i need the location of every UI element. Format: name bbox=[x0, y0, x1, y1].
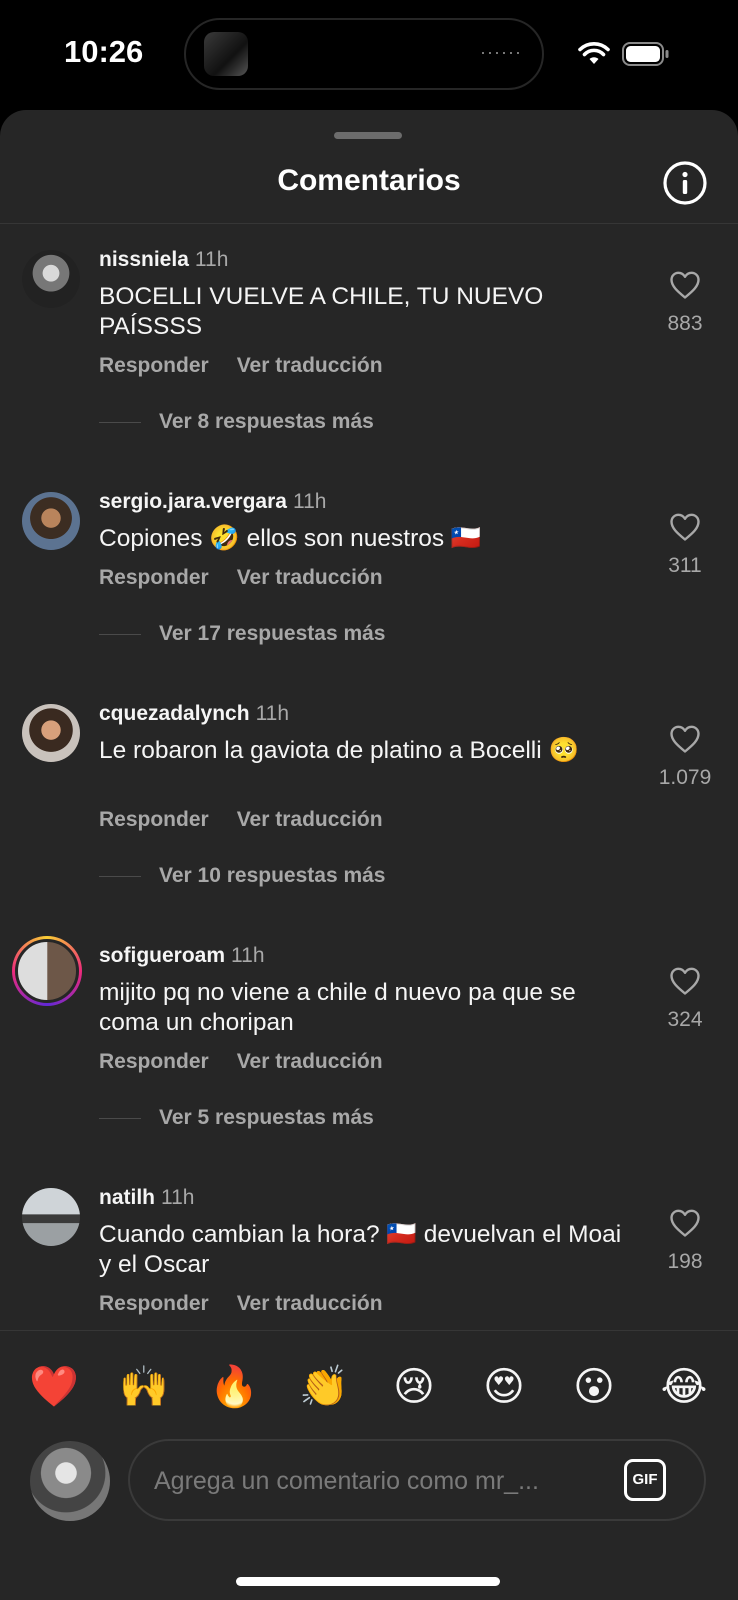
reply-button[interactable]: Responder bbox=[99, 1292, 209, 1315]
reply-button[interactable]: Responder bbox=[99, 566, 209, 589]
view-replies-label: Ver 8 respuestas más bbox=[159, 410, 374, 433]
emoji-heart-button[interactable]: ❤️ bbox=[18, 1359, 90, 1415]
reply-button[interactable]: Responder bbox=[99, 354, 209, 377]
like-control[interactable]: 883 bbox=[650, 270, 720, 336]
heart-icon[interactable] bbox=[669, 512, 701, 542]
home-indicator[interactable] bbox=[236, 1577, 500, 1586]
view-replies-button[interactable]: Ver 5 respuestas más bbox=[99, 1106, 374, 1136]
comment-composer: ❤️ 🙌 🔥 👏 😢 😍 😮 😂 GIF bbox=[0, 1330, 738, 1600]
view-replies-button[interactable]: Ver 10 respuestas más bbox=[99, 864, 386, 894]
reply-button[interactable]: Responder bbox=[99, 808, 209, 831]
avatar[interactable] bbox=[22, 250, 80, 308]
comment-username[interactable]: cquezadalynch 11h bbox=[99, 702, 289, 726]
view-replies-label: Ver 10 respuestas más bbox=[159, 864, 386, 887]
comment-actions: Responder Ver traducción bbox=[99, 354, 411, 378]
emoji-heart-eyes-button[interactable]: 😍 bbox=[468, 1359, 540, 1415]
reply-button[interactable]: Responder bbox=[99, 1050, 209, 1073]
like-count: 883 bbox=[667, 312, 703, 335]
like-control[interactable]: 198 bbox=[650, 1208, 720, 1274]
heart-icon[interactable] bbox=[669, 724, 701, 754]
translate-button[interactable]: Ver traducción bbox=[237, 1292, 383, 1315]
comment-actions: Responder Ver traducción bbox=[99, 566, 411, 590]
avatar bbox=[15, 939, 79, 1003]
emoji-surprised-button[interactable]: 😮 bbox=[558, 1359, 630, 1415]
replies-divider bbox=[99, 1117, 141, 1119]
heart-icon[interactable] bbox=[669, 270, 701, 300]
comment-text: Le robaron la gaviota de platino a Bocel… bbox=[99, 737, 579, 764]
comment-username[interactable]: sergio.jara.vergara 11h bbox=[99, 490, 326, 514]
view-replies-label: Ver 17 respuestas más bbox=[159, 622, 386, 645]
like-count: 198 bbox=[667, 1250, 703, 1273]
gif-button[interactable]: GIF bbox=[624, 1459, 666, 1501]
view-replies-button[interactable]: Ver 8 respuestas más bbox=[99, 410, 374, 440]
avatar[interactable] bbox=[22, 1188, 80, 1246]
translate-button[interactable]: Ver traducción bbox=[237, 566, 383, 589]
emoji-laughing-button[interactable]: 😂 bbox=[648, 1359, 720, 1415]
username-text[interactable]: sergio.jara.vergara bbox=[99, 490, 287, 513]
translate-button[interactable]: Ver traducción bbox=[237, 1050, 383, 1073]
comment-time: 11h bbox=[255, 702, 290, 725]
comment-actions: Responder Ver traducción bbox=[99, 1292, 411, 1316]
replies-divider bbox=[99, 633, 141, 635]
comment-actions: Responder Ver traducción bbox=[99, 1050, 411, 1074]
username-text[interactable]: sofigueroam bbox=[99, 944, 225, 967]
comment-username[interactable]: nissniela 11h bbox=[99, 248, 228, 272]
username-text[interactable]: natilh bbox=[99, 1186, 155, 1209]
username-text[interactable]: cquezadalynch bbox=[99, 702, 250, 725]
replies-divider bbox=[99, 421, 141, 423]
status-time: 10:26 bbox=[64, 34, 144, 69]
status-bar: 10:26 ······ bbox=[0, 0, 738, 110]
comment-input[interactable] bbox=[152, 1457, 596, 1505]
battery-icon bbox=[622, 42, 669, 66]
comment-time: 11h bbox=[292, 490, 327, 513]
avatar[interactable] bbox=[22, 492, 80, 550]
comment-time: 11h bbox=[194, 248, 229, 271]
comment-username[interactable]: sofigueroam 11h bbox=[99, 944, 265, 968]
view-replies-label: Ver 5 respuestas más bbox=[159, 1106, 374, 1129]
view-replies-button[interactable]: Ver 17 respuestas más bbox=[99, 622, 386, 652]
emoji-raising-hands-button[interactable]: 🙌 bbox=[108, 1359, 180, 1415]
sheet-title: Comentarios bbox=[277, 164, 461, 197]
info-icon[interactable] bbox=[662, 160, 708, 206]
dynamic-island[interactable]: ······ bbox=[184, 18, 544, 90]
like-control[interactable]: 324 bbox=[650, 966, 720, 1032]
comment-text: Cuando cambian la hora? 🇨🇱 devuelvan el … bbox=[99, 1221, 622, 1278]
avatar-with-story-ring[interactable] bbox=[12, 936, 82, 1006]
comment-time: 11h bbox=[161, 1186, 195, 1209]
comment-list[interactable]: nissniela 11h BOCELLI VUELVE A CHILE, TU … bbox=[0, 224, 738, 1440]
sheet-grabber[interactable] bbox=[334, 132, 402, 139]
translate-button[interactable]: Ver traducción bbox=[237, 354, 383, 377]
like-count: 311 bbox=[668, 554, 702, 577]
username-text[interactable]: nissniela bbox=[99, 248, 189, 271]
comment-text: mijito pq no viene a chile d nuevo pa qu… bbox=[99, 979, 576, 1036]
emoji-crying-button[interactable]: 😢 bbox=[378, 1359, 450, 1415]
avatar[interactable] bbox=[22, 704, 80, 762]
like-control[interactable]: 1.079 bbox=[650, 724, 720, 790]
comment-time: 11h bbox=[231, 944, 265, 967]
like-count: 324 bbox=[667, 1008, 703, 1031]
now-playing-thumbnail bbox=[204, 32, 248, 76]
quick-emoji-bar: ❤️ 🙌 🔥 👏 😢 😍 😮 😂 bbox=[18, 1359, 720, 1415]
comment-text: BOCELLI VUELVE A CHILE, TU NUEVO PAÍSSSS bbox=[99, 283, 544, 340]
like-control[interactable]: 311 bbox=[650, 512, 720, 578]
audio-activity-indicator: ······ bbox=[480, 42, 522, 62]
heart-icon[interactable] bbox=[669, 1208, 701, 1238]
current-user-avatar bbox=[30, 1441, 110, 1521]
like-count: 1.079 bbox=[658, 766, 712, 789]
comment-actions: Responder Ver traducción bbox=[99, 808, 411, 832]
comment-username[interactable]: natilh 11h bbox=[99, 1186, 194, 1210]
translate-button[interactable]: Ver traducción bbox=[237, 808, 383, 831]
comment-text: Copiones 🤣 ellos son nuestros 🇨🇱 bbox=[99, 525, 482, 552]
comment-input-container[interactable]: GIF bbox=[128, 1439, 706, 1521]
emoji-clapping-button[interactable]: 👏 bbox=[288, 1359, 360, 1415]
wifi-icon bbox=[578, 42, 610, 64]
replies-divider bbox=[99, 875, 141, 877]
emoji-fire-button[interactable]: 🔥 bbox=[198, 1359, 270, 1415]
heart-icon[interactable] bbox=[669, 966, 701, 996]
